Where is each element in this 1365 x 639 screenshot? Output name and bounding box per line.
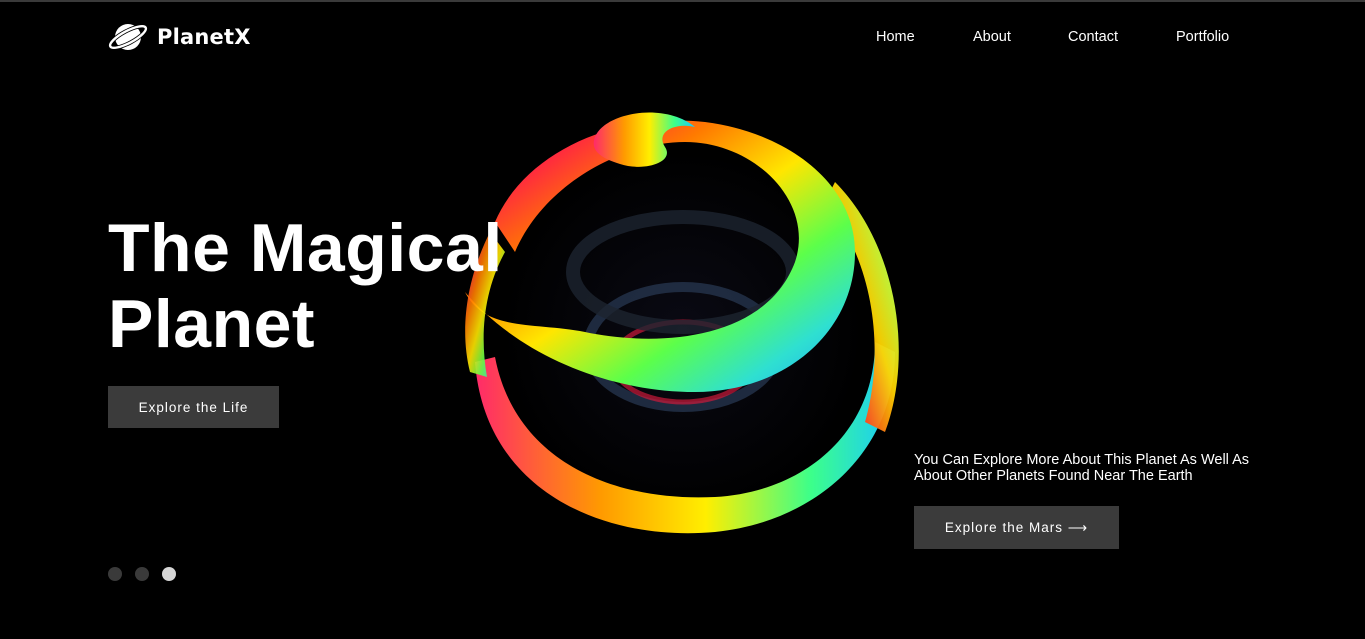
page: PlanetX Home About Contact Portfolio The…: [0, 0, 1365, 639]
nav-about[interactable]: About: [973, 28, 1011, 46]
nav-contact[interactable]: Contact: [1068, 28, 1118, 46]
planet-ring-icon: [108, 20, 149, 54]
explore-mars-button[interactable]: Explore the Mars ⟶: [914, 506, 1119, 549]
hero-title-line-2: Planet: [108, 286, 316, 362]
hero-side-description: You Can Explore More About This Planet A…: [914, 452, 1250, 484]
brand-name: PlanetX: [157, 25, 251, 49]
slider-dots: [108, 567, 176, 581]
brand-logo-link[interactable]: PlanetX: [108, 20, 251, 54]
top-divider: [0, 0, 1365, 2]
slider-dot-2[interactable]: [135, 567, 149, 581]
hero-title-line-1: The Magical: [108, 210, 503, 286]
nav-portfolio[interactable]: Portfolio: [1176, 28, 1229, 46]
nav-home[interactable]: Home: [876, 28, 915, 46]
explore-life-button[interactable]: Explore the Life: [108, 386, 279, 428]
rainbow-spiral-planet-image: [455, 92, 915, 552]
slider-dot-3[interactable]: [162, 567, 176, 581]
hero-title: The Magical Planet: [108, 210, 503, 362]
slider-dot-1[interactable]: [108, 567, 122, 581]
